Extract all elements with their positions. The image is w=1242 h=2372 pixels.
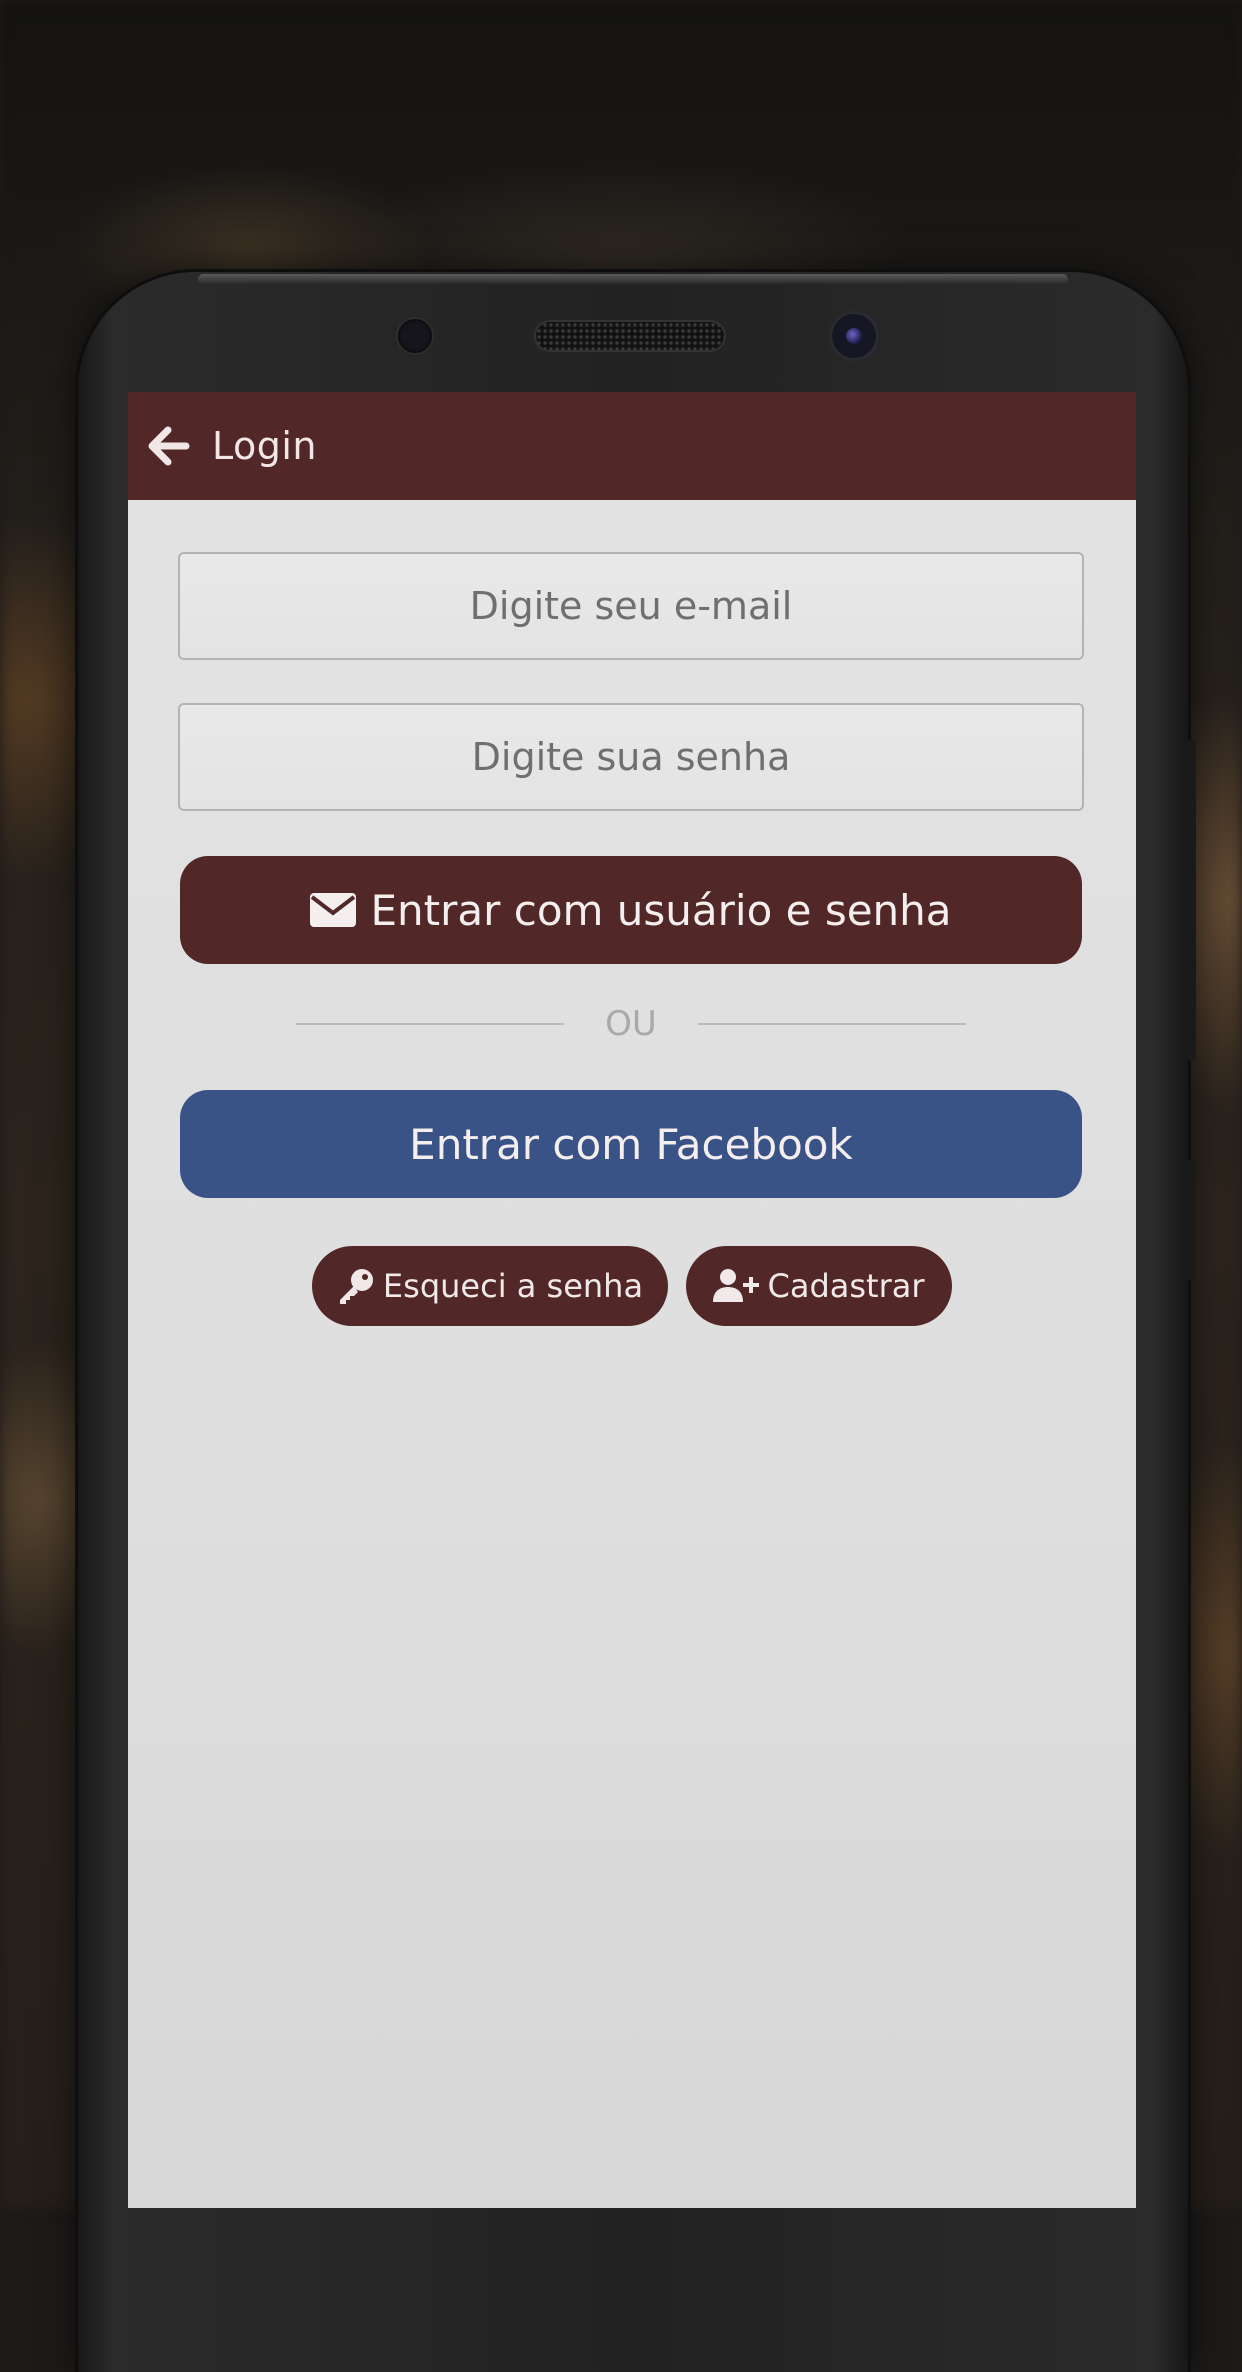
divider-line-left (296, 1023, 564, 1025)
facebook-button-label: Entrar com Facebook (409, 1119, 853, 1169)
proximity-sensor (398, 319, 432, 353)
arrow-left-icon[interactable] (148, 426, 190, 466)
page-title: Login (212, 424, 318, 468)
app-bar: Login (128, 392, 1136, 500)
login-button[interactable]: Entrar com usuário e senha (180, 856, 1082, 964)
forgot-password-button[interactable]: Esqueci a senha (312, 1246, 668, 1326)
or-divider: OU (296, 1000, 966, 1048)
envelope-icon (310, 893, 357, 927)
login-button-label: Entrar com usuário e senha (370, 885, 952, 935)
front-camera (832, 314, 876, 358)
divider-line-right (698, 1023, 966, 1025)
earpiece-speaker (536, 322, 724, 350)
facebook-login-button[interactable]: Entrar com Facebook (180, 1090, 1082, 1198)
register-label: Cadastrar (767, 1267, 925, 1305)
phone-side-button-lower (1186, 1160, 1196, 1280)
phone-side-button-upper (1186, 740, 1196, 1060)
phone-top-edge (198, 274, 1068, 284)
user-plus-icon (713, 1269, 760, 1302)
email-field[interactable] (178, 552, 1084, 660)
divider-text: OU (605, 1004, 657, 1044)
key-icon (339, 1269, 373, 1304)
password-field[interactable] (178, 703, 1084, 811)
app-screen: Login Entrar com usuário e senha OU Entr… (128, 392, 1136, 2208)
forgot-password-label: Esqueci a senha (382, 1267, 644, 1305)
register-button[interactable]: Cadastrar (686, 1246, 952, 1326)
